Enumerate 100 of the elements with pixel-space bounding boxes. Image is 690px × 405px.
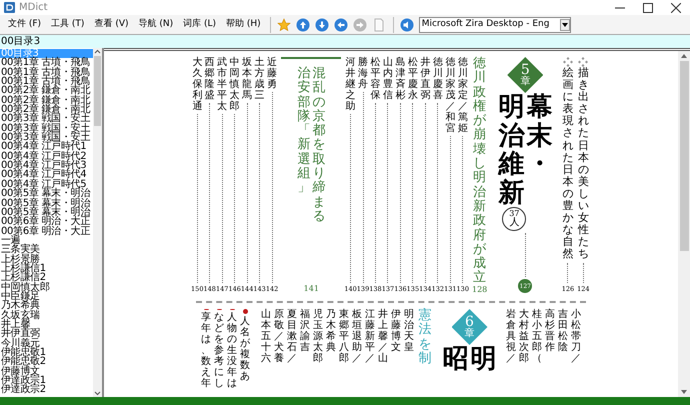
sidebar-item[interactable]: 井伊直弼 (0, 329, 93, 339)
note-text: 享年は、数え年 (201, 312, 211, 389)
sidebar-item[interactable]: 00第3章 戦国・安土 (0, 114, 93, 124)
person-name: 原敬／犬養 (274, 309, 284, 364)
sidebar-item[interactable]: 伊達政宗2 (0, 385, 93, 395)
person-name: 岩倉具視／ (506, 309, 516, 364)
person-name: 夏目漱石／ (287, 309, 297, 364)
sidebar-item[interactable]: 00第5章 幕末・明治 (0, 189, 93, 198)
person-name: 桂小五郎（ (532, 309, 542, 364)
menu-item[interactable]: 导航 (N) (134, 18, 178, 32)
person-name: 島津斉彬 (395, 57, 406, 101)
chevron-down-icon[interactable] (94, 389, 101, 397)
sidebar-item[interactable]: 三条実美 (0, 245, 93, 255)
sidebar-item[interactable]: 伊達政宗1 (0, 376, 93, 386)
page-number: 128 (472, 286, 488, 294)
menu-item[interactable]: 帮助 (H) (221, 18, 266, 32)
person-name: 江藤新平／ (365, 309, 375, 364)
person-name: 児玉源太郎 (313, 309, 323, 364)
person-name: 明治天皇 (404, 309, 414, 353)
sidebar-item[interactable]: 00第4章 江戸時代1 (0, 142, 93, 152)
note-text: 人名が複数あ (240, 316, 250, 382)
person-name: 大久保利通 (192, 57, 202, 112)
person-name: 西郷隆盛 (204, 57, 215, 101)
chapter-title: 明治維新 (498, 93, 524, 208)
section-heading: 徳川政権が崩壊し明治新政府が成立 (473, 57, 486, 286)
chapter-badge: 6 章 (452, 309, 488, 345)
person-name: 中岡慎太郎 (230, 57, 240, 112)
close-icon[interactable] (671, 2, 681, 12)
sidebar-item[interactable]: 中岡慎太郎 (0, 282, 93, 292)
sidebar-item[interactable]: 00第4章 江戸時代4 (0, 170, 93, 180)
chapter-title: 昭 (442, 345, 468, 374)
sidebar-item[interactable]: 今川義元 (0, 338, 93, 348)
maximize-icon[interactable] (643, 2, 653, 12)
person-name: 徳川家茂／和宮 (445, 57, 456, 134)
person-name: 河井継之助 (346, 57, 356, 112)
chapter-badge: 5 章 (507, 57, 544, 93)
sidebar-item[interactable]: 上杉景勝 (0, 254, 93, 264)
person-name: 大村益次郎 (519, 309, 529, 364)
sidebar-item[interactable]: 伊能忠敬1 (0, 348, 93, 358)
sidebar-item[interactable]: 00第5章 幕末・明治 (0, 208, 93, 218)
scrollbar[interactable] (93, 48, 102, 397)
sidebar-item[interactable]: 井上馨 (0, 320, 93, 330)
arrow-left-button[interactable] (332, 16, 350, 33)
person-name: 板垣退助／ (352, 309, 362, 364)
arrow-up-button[interactable] (294, 16, 312, 33)
scrollbar[interactable] (678, 51, 690, 397)
speaker-button[interactable] (398, 16, 416, 33)
menu-item[interactable]: 查看 (V) (89, 18, 134, 32)
voice-dropdown[interactable]: Microsoft Zira Desktop - Eng (418, 16, 571, 32)
person-name: 東郷平八郎 (339, 309, 349, 364)
essay-title: 描き出された日本の美しい女性たち (578, 67, 589, 260)
sidebar-item[interactable]: 中臣鎌足 (0, 292, 93, 302)
menu-item[interactable]: 文件 (F) (3, 18, 46, 32)
person-name: 徳川慶喜 (432, 57, 443, 101)
note-text: 人物の生没年は (227, 312, 237, 389)
chapter-title: 明 (470, 345, 496, 374)
chapter-title: 幕末・ (526, 93, 552, 182)
scrollbar-thumb[interactable] (94, 56, 101, 126)
sidebar-item[interactable]: 伊藤博文 (0, 366, 93, 376)
person-name: 吉田松陰 (558, 309, 568, 353)
section-heading: 治安部隊「新選組」 (297, 67, 310, 196)
diamond-cluster-icon (578, 57, 588, 67)
diamond-cluster-icon (562, 57, 573, 67)
sidebar-item[interactable]: 00第2章 鎌倉・南北 (0, 86, 93, 96)
person-name: 勝海舟 (358, 57, 368, 90)
sidebar-item[interactable]: 上杉謙信2 (0, 273, 93, 283)
arrow-down-button[interactable] (314, 16, 331, 33)
leader-line (582, 262, 584, 283)
person-name: 福沢諭吉 (300, 309, 310, 353)
chevron-up-icon[interactable] (94, 48, 101, 56)
sidebar-item[interactable]: 00第1章 古墳・飛鳥 (0, 77, 93, 86)
sidebar-item[interactable]: 00第6章 明治・大正 (0, 226, 93, 236)
page-number: 141 (304, 285, 319, 293)
person-name: 武市半平太 (217, 57, 228, 112)
person-name: 坂本龍馬 (242, 57, 252, 101)
person-name: 小松帯刀／ (571, 309, 581, 364)
star-button[interactable] (276, 16, 293, 33)
scrollbar-thumb[interactable] (680, 61, 688, 251)
sidebar-item[interactable]: 久坂玄瑞 (0, 310, 93, 320)
search-field[interactable]: 00目录3 (0, 35, 690, 48)
sidebar-item[interactable]: 00第3章 戦国・安土 (0, 124, 93, 134)
sidebar-item[interactable]: 伊能忠敬2 (0, 357, 93, 367)
person-name: 山内豊信 (382, 57, 393, 101)
sidebar-item[interactable]: 00第4章 江戸時代3 (0, 161, 93, 170)
sidebar-item[interactable]: 00第4章 江戸時代2 (0, 152, 93, 162)
person-name: 井上馨／山 (378, 309, 388, 364)
sidebar-item[interactable]: 00第1章 古墳・飛鳥 (0, 58, 93, 68)
sidebar-item[interactable]: 上杉謙信1 (0, 264, 93, 274)
menu-item[interactable]: 工具 (T) (46, 18, 90, 32)
sidebar-item[interactable]: 00第1章 古墳・飛鳥 (0, 68, 93, 78)
person-name: 井伊直弼 (420, 57, 430, 101)
person-name: 松平慶永 (408, 57, 418, 101)
sidebar-item[interactable]: 乃木希典 (0, 301, 93, 311)
sidebar-item[interactable]: 00第6章 明治・大正 (0, 217, 93, 227)
sidebar-item[interactable]: 00第5章 幕末・明治 (0, 198, 93, 208)
caret-icon[interactable] (560, 18, 570, 30)
sidebar-item[interactable]: 00第2章 鎌倉・南北 (0, 96, 93, 106)
menu-item[interactable]: 词库 (L) (178, 18, 222, 32)
sidebar-item[interactable]: 00第4章 江戸時代5 (0, 180, 93, 190)
sidebar-item[interactable]: 00第2章 鎌倉・南北 (0, 105, 93, 114)
